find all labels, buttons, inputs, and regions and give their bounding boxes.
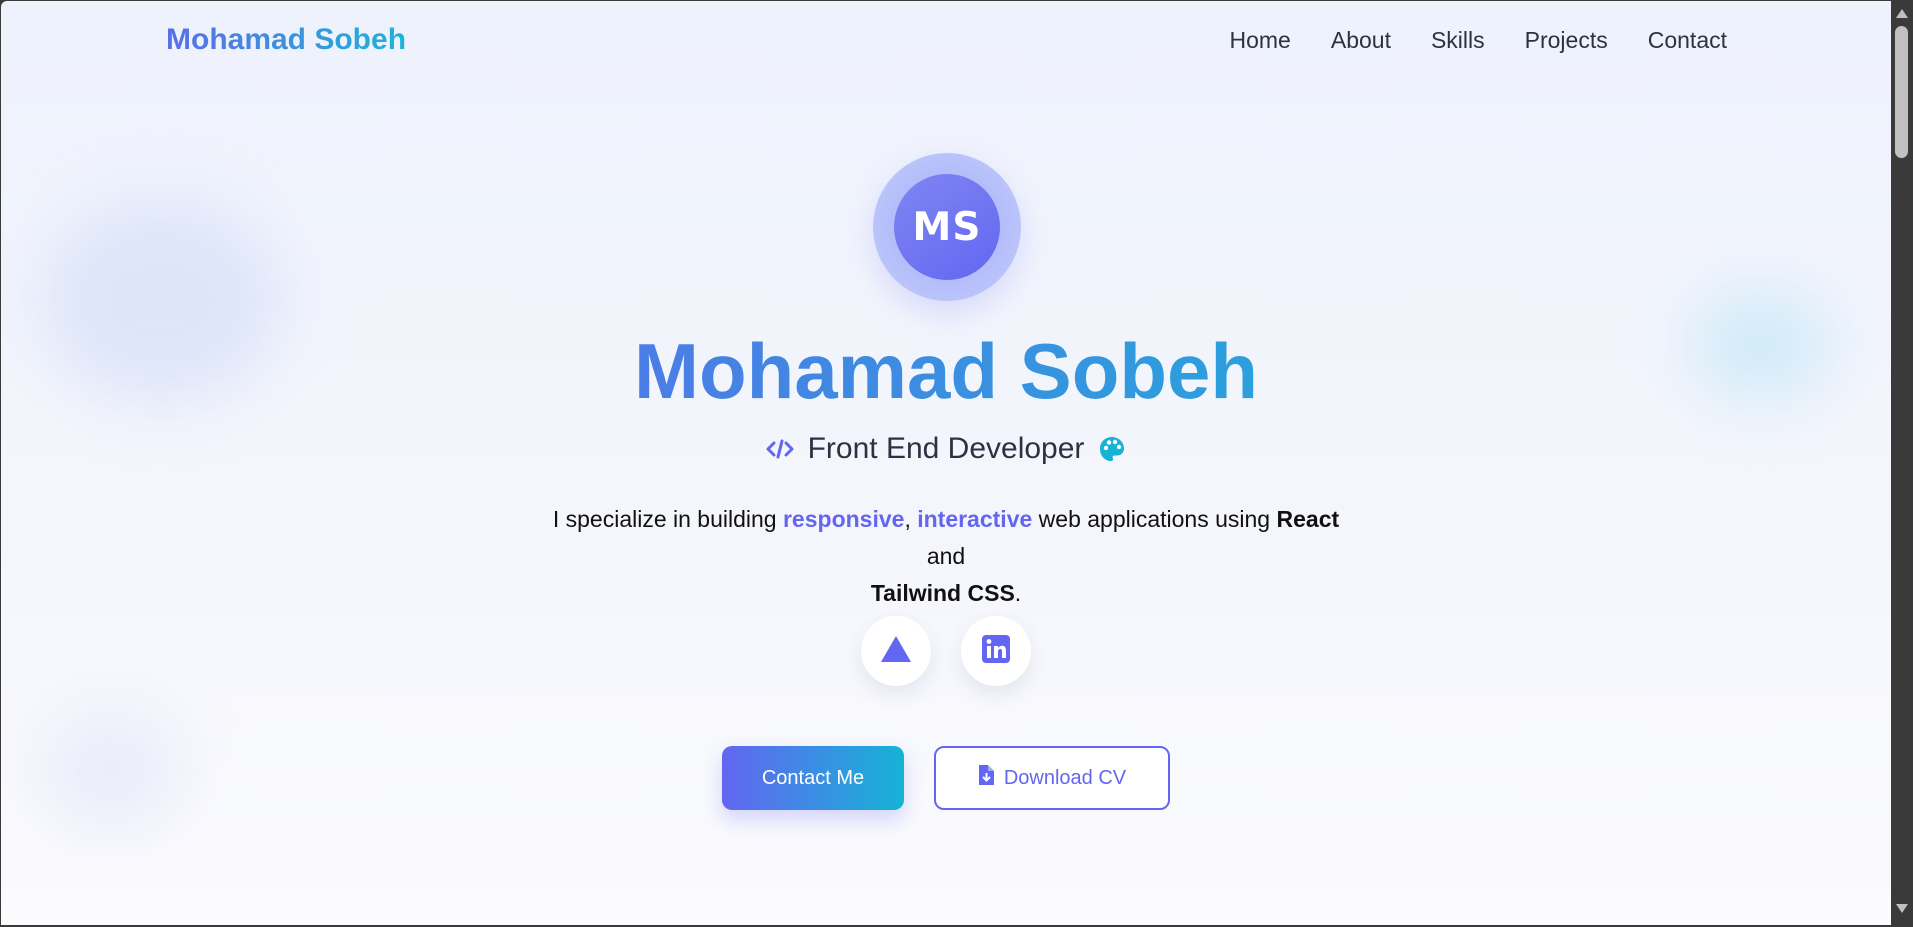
palette-icon — [1098, 435, 1126, 463]
file-download-icon — [978, 765, 994, 791]
nav-link-contact[interactable]: Contact — [1648, 27, 1727, 54]
nav-link-projects[interactable]: Projects — [1525, 27, 1608, 54]
role-text: Front End Developer — [807, 432, 1085, 465]
download-cv-button[interactable]: Download CV — [934, 746, 1170, 810]
social-links — [1, 616, 1891, 686]
avatar: MS — [894, 174, 1000, 280]
tagline-highlight-interactive: interactive — [917, 506, 1033, 532]
hero-name-text: Mohamad Sobeh — [633, 327, 1259, 415]
tagline-text: . — [1014, 580, 1022, 606]
tagline-text: I specialize in building — [552, 506, 783, 532]
vertical-scrollbar[interactable] — [1891, 0, 1913, 927]
nav-link-about[interactable]: About — [1331, 27, 1391, 54]
brand-logo[interactable]: Mohamad Sobeh — [166, 23, 406, 57]
scroll-down-arrow-icon[interactable] — [1896, 904, 1908, 913]
avatar-ring: MS — [873, 153, 1021, 301]
tagline-highlight-responsive: responsive — [782, 506, 905, 532]
cta-buttons: Contact Me Download CV — [1, 746, 1891, 810]
linkedin-icon — [982, 634, 1010, 668]
download-cv-label: Download CV — [1003, 766, 1127, 789]
vercel-link-button[interactable] — [861, 616, 931, 686]
code-icon — [766, 437, 794, 461]
hero-tagline: I specialize in building responsive, int… — [531, 501, 1361, 612]
scrollbar-thumb[interactable] — [1895, 26, 1908, 158]
tagline-text: web applications using — [1032, 506, 1277, 532]
tagline-bold-react: React — [1276, 506, 1340, 532]
linkedin-link-button[interactable] — [961, 616, 1031, 686]
hero-title: Mohamad Sobeh — [1, 326, 1891, 417]
navbar: Mohamad Sobeh Home About Skills Projects… — [1, 1, 1891, 81]
browser-window: Mohamad Sobeh Home About Skills Projects… — [0, 0, 1913, 927]
tagline-text: and — [926, 543, 966, 569]
scroll-up-arrow-icon[interactable] — [1896, 9, 1908, 18]
vercel-icon — [880, 635, 912, 668]
nav-links: Home About Skills Projects Contact — [1230, 27, 1728, 54]
contact-me-button[interactable]: Contact Me — [722, 746, 904, 810]
page-viewport: Mohamad Sobeh Home About Skills Projects… — [1, 1, 1891, 925]
nav-link-home[interactable]: Home — [1230, 27, 1291, 54]
nav-link-skills[interactable]: Skills — [1431, 27, 1485, 54]
tagline-text: , — [904, 506, 918, 532]
hero-role: Front End Developer — [1, 432, 1891, 466]
tagline-bold-tailwind: Tailwind CSS — [870, 580, 1015, 606]
